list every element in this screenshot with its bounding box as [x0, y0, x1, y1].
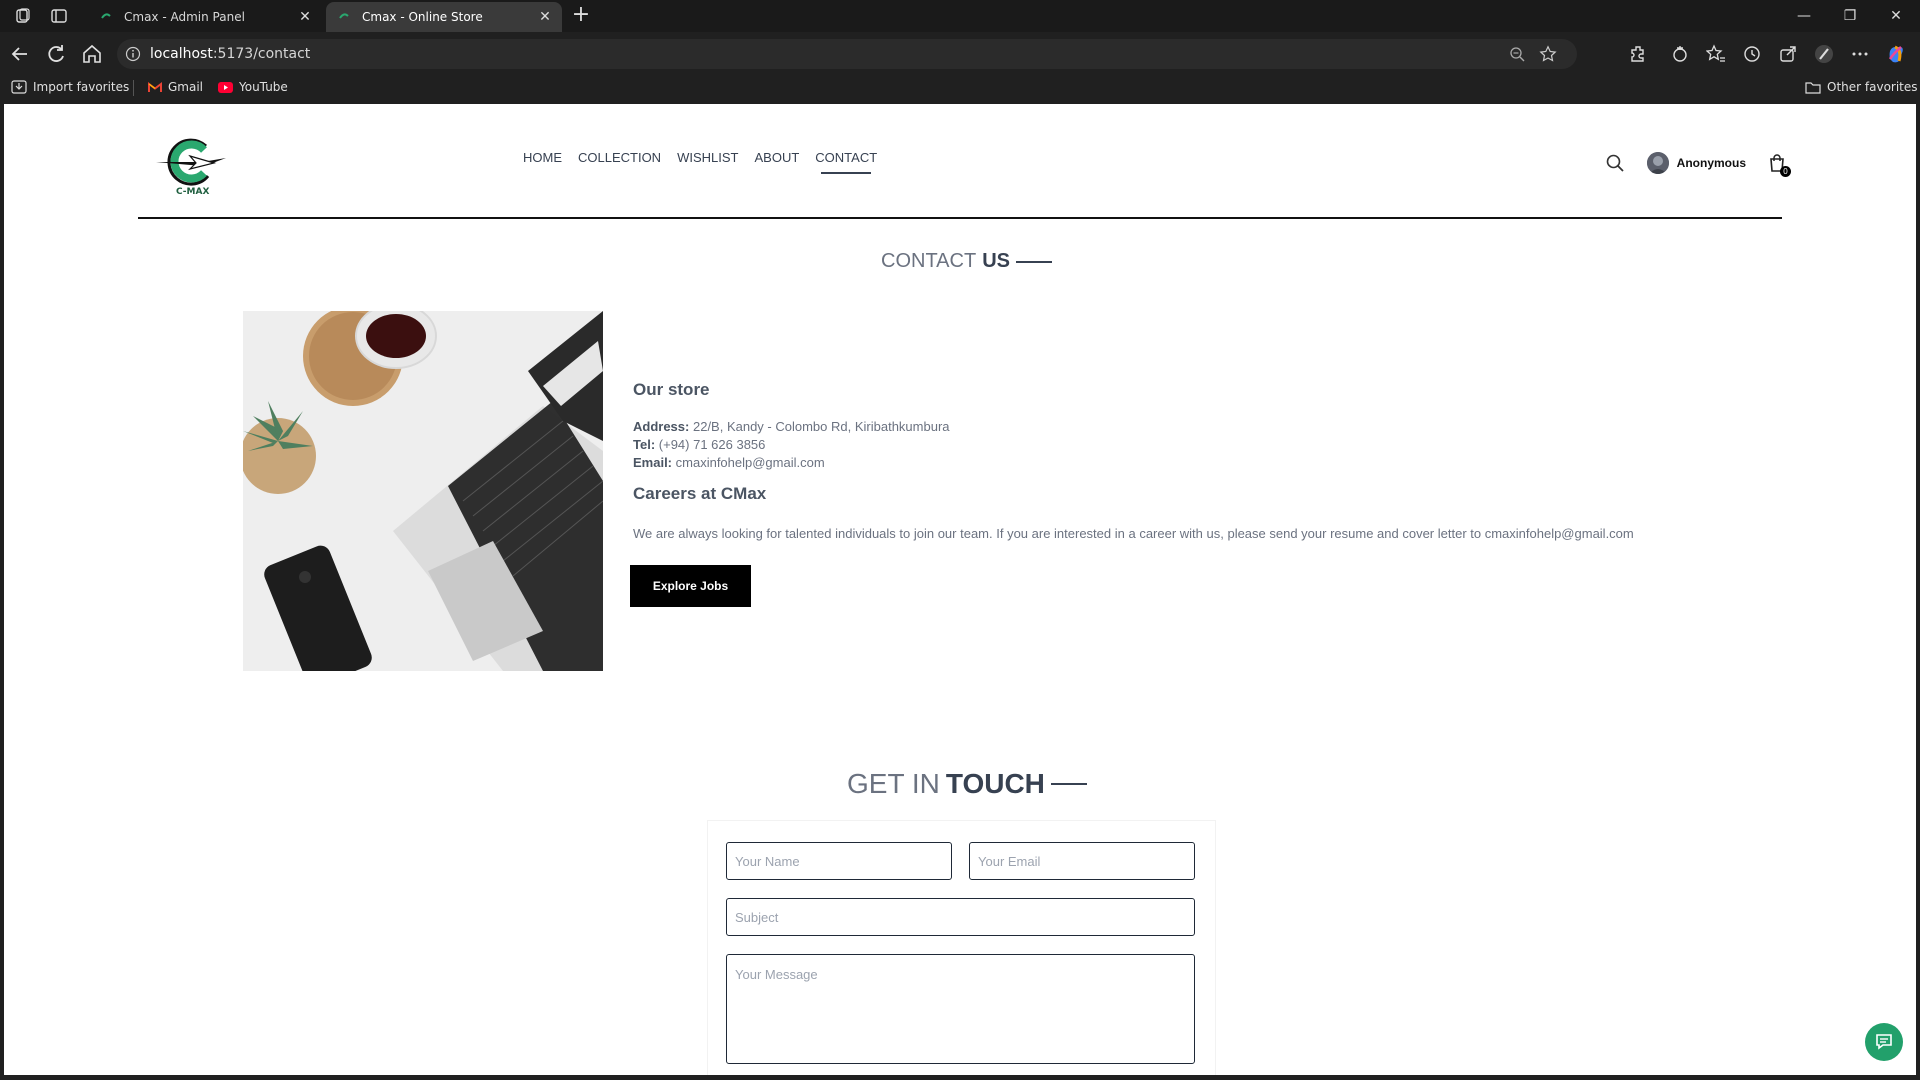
nav-about[interactable]: ABOUT [754, 150, 799, 165]
workspaces-icon[interactable] [14, 7, 32, 25]
main-nav: HOME COLLECTION WISHLIST ABOUT CONTACT [523, 150, 877, 174]
contact-form: Your Name Your Email Subject Your Messag… [707, 820, 1216, 1075]
tab-actions-icon[interactable] [50, 7, 68, 25]
tab-title: Cmax - Online Store [362, 10, 483, 24]
name-input[interactable]: Your Name [726, 842, 952, 880]
bookmarks-bar: Import favorites Gmail YouTube Other fav… [0, 76, 1920, 100]
user-avatar[interactable] [1646, 152, 1669, 174]
bookmark-gmail[interactable]: Gmail [148, 80, 203, 94]
get-in-touch-title: GET IN TOUCH [847, 768, 1087, 800]
bookmark-label: Import favorites [33, 80, 130, 94]
bookmark-label: Gmail [168, 80, 204, 94]
youtube-icon [218, 81, 233, 93]
tel-line: Tel: (+94) 71 626 3856 [633, 436, 1733, 454]
email-input[interactable]: Your Email [969, 842, 1195, 880]
avatar-image [1646, 152, 1669, 174]
tel-value: (+94) 71 626 3856 [658, 437, 766, 452]
email-value: cmaxinfohelp@gmail.com [675, 455, 825, 470]
restore-button[interactable]: ❐ [1827, 4, 1873, 28]
zoom-icon[interactable] [1509, 46, 1525, 62]
cmax-logo[interactable]: C-MAX [154, 132, 236, 196]
favorite-star-icon[interactable] [1539, 45, 1557, 63]
close-tab-icon[interactable]: ✕ [538, 10, 552, 24]
cmax-favicon-icon [101, 13, 111, 19]
site-info-icon[interactable] [125, 46, 141, 62]
folder-icon [1805, 81, 1821, 94]
home-icon[interactable] [80, 42, 104, 66]
store-info: Our store Address: 22/B, Kandy - Colombo… [633, 380, 1733, 541]
refresh-icon[interactable] [44, 42, 68, 66]
bookmark-label: YouTube [239, 80, 288, 94]
logo-text: C-MAX [176, 187, 209, 196]
title-line [1050, 783, 1087, 785]
browser-essentials-icon[interactable] [1670, 44, 1690, 64]
tab-online-store[interactable]: Cmax - Online Store ✕ [326, 2, 562, 32]
contact-image [243, 311, 603, 671]
contact-us-title: CONTACT US [881, 250, 1052, 273]
search-icon[interactable] [1605, 153, 1625, 173]
nav-contact[interactable]: CONTACT [815, 150, 877, 174]
more-options-icon[interactable] [1850, 44, 1870, 64]
new-tab-button[interactable]: + [570, 4, 592, 27]
chat-button[interactable] [1865, 1023, 1903, 1061]
browser-toolbar: localhost:5173/contact [0, 38, 1920, 70]
bookmark-youtube[interactable]: YouTube [218, 80, 288, 94]
close-tab-icon[interactable]: ✕ [298, 10, 312, 24]
address-label: Address: [633, 419, 690, 434]
bookmark-label: Other favorites [1827, 80, 1918, 94]
explore-jobs-button[interactable]: Explore Jobs [630, 565, 751, 607]
title-line [1015, 260, 1052, 263]
tab-title: Cmax - Admin Panel [124, 10, 245, 24]
nav-collection[interactable]: COLLECTION [578, 150, 661, 165]
email-line: Email: cmaxinfohelp@gmail.com [633, 454, 1733, 472]
url-path: :5173/contact [212, 46, 311, 62]
gmail-icon [148, 81, 162, 92]
url-text: localhost:5173/contact [150, 46, 310, 62]
title-light: GET IN [847, 768, 940, 799]
email-label: Email: [633, 455, 673, 470]
cmax-favicon-icon [339, 13, 349, 19]
copilot-icon[interactable] [1886, 44, 1906, 64]
store-details: Address: 22/B, Kandy - Colombo Rd, Kirib… [633, 418, 1733, 472]
title-bold: TOUCH [945, 768, 1045, 799]
other-favorites[interactable]: Other favorites [1805, 80, 1918, 94]
cart-count-badge: 0 [1780, 166, 1791, 177]
url-host: localhost [150, 46, 213, 62]
nav-home[interactable]: HOME [523, 150, 562, 165]
address-bar[interactable]: localhost:5173/contact [117, 39, 1577, 69]
browser-chrome: Cmax - Admin Panel ✕ Cmax - Online Store… [0, 0, 1920, 104]
profile-avatar-icon[interactable] [1814, 44, 1834, 64]
chat-icon [1876, 1034, 1892, 1050]
bookmark-import-favorites[interactable]: Import favorites [11, 80, 129, 94]
cart-button[interactable]: 0 [1768, 153, 1791, 177]
tel-label: Tel: [633, 437, 656, 452]
address-value: 22/B, Kandy - Colombo Rd, Kiribathkumbur… [692, 419, 950, 434]
tab-admin-panel[interactable]: Cmax - Admin Panel ✕ [88, 2, 322, 32]
favorites-icon[interactable] [1706, 44, 1726, 64]
user-name[interactable]: Anonymous [1677, 156, 1746, 170]
tab-bar: Cmax - Admin Panel ✕ Cmax - Online Store… [0, 0, 1920, 32]
header-actions: Anonymous 0 [1605, 152, 1791, 177]
careers-text: We are always looking for talented indiv… [633, 526, 1634, 541]
store-heading: Our store [633, 380, 710, 399]
message-textarea[interactable]: Your Message [726, 954, 1195, 1064]
nav-wishlist[interactable]: WISHLIST [677, 150, 738, 165]
careers-heading: Careers at CMax [633, 484, 767, 503]
import-icon [11, 80, 27, 94]
subject-input[interactable]: Subject [726, 898, 1195, 936]
title-bold: US [982, 250, 1010, 272]
close-window-button[interactable]: ✕ [1873, 4, 1919, 28]
header-divider [138, 217, 1782, 219]
address-line: Address: 22/B, Kandy - Colombo Rd, Kirib… [633, 418, 1733, 436]
bookmarks-divider [133, 80, 134, 96]
title-light: CONTACT [881, 250, 977, 272]
minimize-button[interactable]: — [1781, 4, 1827, 28]
extensions-icon[interactable] [1629, 44, 1649, 64]
store-page: C-MAX HOME COLLECTION WISHLIST ABOUT CON… [4, 104, 1916, 1075]
history-icon[interactable] [1742, 44, 1762, 64]
share-icon[interactable] [1778, 44, 1798, 64]
back-icon[interactable] [8, 42, 32, 66]
window-bottom-edge [0, 1075, 1920, 1080]
